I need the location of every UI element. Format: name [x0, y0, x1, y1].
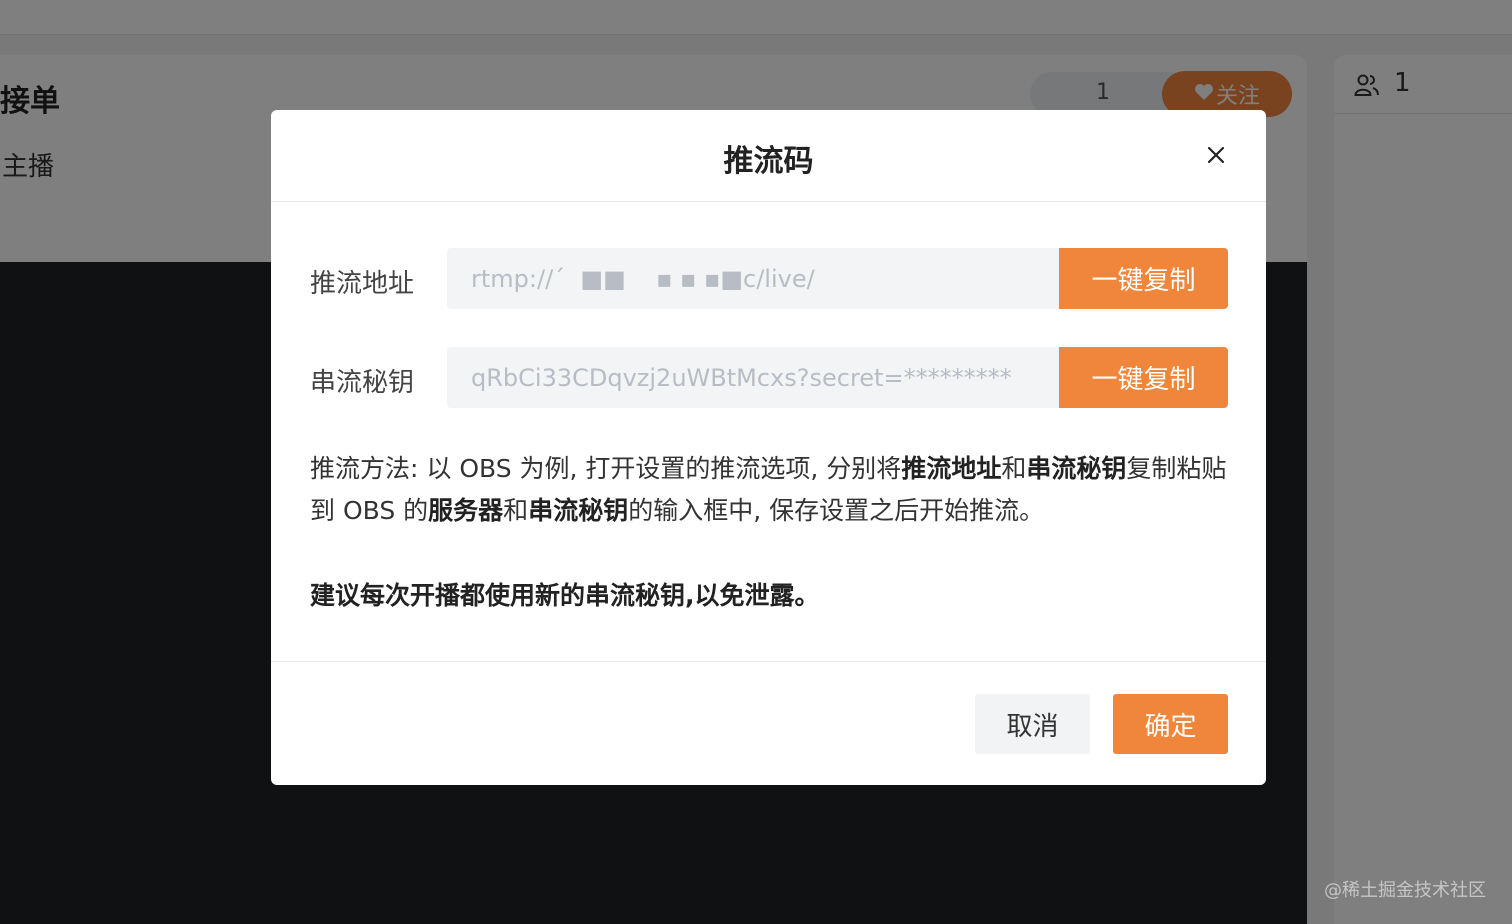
cancel-button[interactable]: 取消: [975, 694, 1090, 754]
push-code-dialog: 推流码 推流地址 一键复制 串流秘钥 一键复制 推流方法: 以 OBS 为例, …: [271, 110, 1266, 785]
stream-key-label: 串流秘钥: [310, 368, 415, 398]
watermark: @稀土掘金技术社区: [1324, 880, 1486, 901]
dialog-header: 推流码: [271, 110, 1266, 202]
push-url-input[interactable]: [447, 248, 1059, 309]
close-button[interactable]: [1201, 140, 1231, 170]
copy-push-url-button[interactable]: 一键复制: [1059, 248, 1228, 309]
instructions-part: 和: [503, 496, 529, 525]
instructions-part: 的输入框中, 保存设置之后开始推流。: [628, 496, 1045, 525]
confirm-button[interactable]: 确定: [1113, 694, 1228, 754]
copy-stream-key-button[interactable]: 一键复制: [1059, 347, 1228, 408]
instructions-part: 推流方法: 以 OBS 为例, 打开设置的推流选项, 分别将: [310, 454, 902, 483]
instructions-bold: 推流地址: [901, 454, 1002, 483]
dialog-title: 推流码: [723, 144, 814, 179]
push-url-label: 推流地址: [310, 269, 415, 299]
security-warning: 建议每次开播都使用新的串流秘钥,以免泄露。: [310, 581, 820, 610]
stream-key-input[interactable]: [447, 347, 1059, 408]
footer-divider: [271, 661, 1266, 662]
close-icon: [1201, 146, 1231, 174]
instructions-bold: 串流秘钥: [528, 496, 629, 525]
instructions-part: 和: [1001, 454, 1027, 483]
instructions-text: 推流方法: 以 OBS 为例, 打开设置的推流选项, 分别将推流地址和串流秘钥复…: [310, 448, 1235, 532]
instructions-bold: 串流秘钥: [1026, 454, 1127, 483]
instructions-bold: 服务器: [428, 496, 504, 525]
